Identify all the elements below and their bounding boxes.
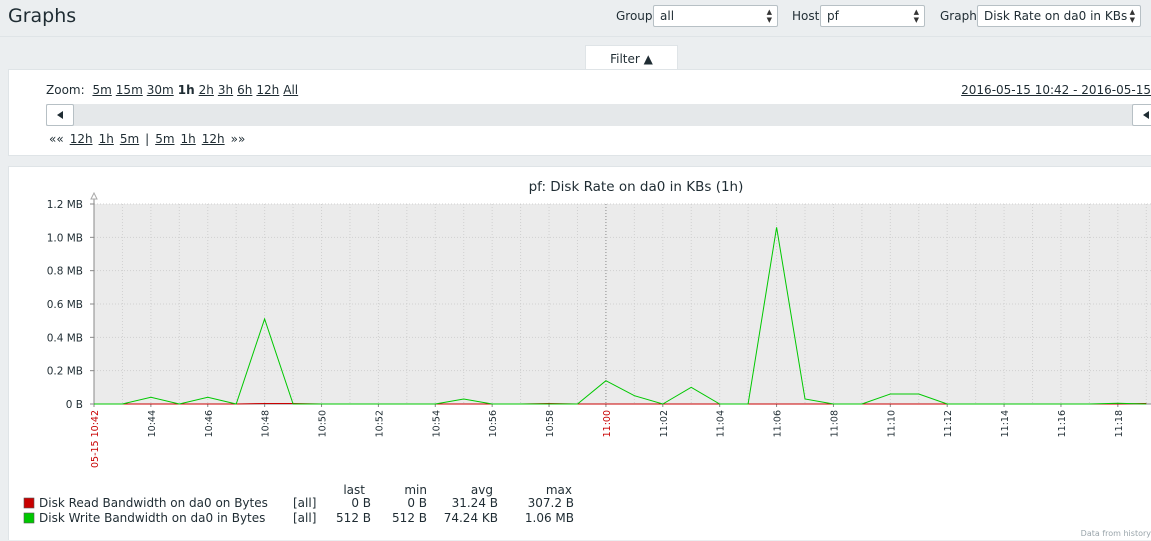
timeline-scrollbar[interactable] <box>46 104 1151 126</box>
zoom-option-3h[interactable]: 3h <box>218 83 233 97</box>
x-tick-label: 10:48 <box>261 410 272 437</box>
legend-value-max: 1.06 MB <box>525 511 574 525</box>
x-tick-label: 11:18 <box>1114 410 1125 437</box>
legend-header-min: min <box>404 483 427 497</box>
nav-separator: | <box>145 132 150 146</box>
zoom-option-1h[interactable]: 1h <box>178 83 195 97</box>
filter-tab[interactable]: Filter ▲ <box>585 45 678 70</box>
x-tick-label: 11:06 <box>773 410 784 437</box>
host-label: Host <box>792 9 820 23</box>
nav-back-1h[interactable]: 1h <box>99 132 114 146</box>
y-tick-label: 1.2 MB <box>47 199 83 211</box>
zoom-option-5m[interactable]: 5m <box>92 83 111 97</box>
graph-panel: 1.2 MB 1.0 MB 0.8 MB 0.6 MB 0.4 MB 0.2 MB 0 B p… <box>8 166 1151 540</box>
x-tick-label: 10:54 <box>431 410 442 437</box>
filter-panel: Zoom: 5m 15m 30m 1h 2h 3h 6h 12h All 2016-05-15 … <box>8 69 1151 156</box>
legend-series-func: [all] <box>293 496 316 510</box>
nav-back-5m[interactable]: 5m <box>120 132 139 146</box>
graph-chart: 1.2 MB 1.0 MB 0.8 MB 0.6 MB 0.4 MB 0.2 MB 0 B p… <box>23 179 1151 525</box>
x-tick-label: 10:52 <box>374 410 385 437</box>
legend-swatch <box>23 512 35 524</box>
nav-forward-1h[interactable]: 1h <box>181 132 196 146</box>
graph-label: Graph <box>940 9 977 23</box>
legend-value-max: 307.2 B <box>528 496 574 510</box>
x-tick-label: 11:14 <box>1000 410 1011 437</box>
nav-forward-12h[interactable]: 12h <box>202 132 225 146</box>
legend-value-min: 512 B <box>392 511 427 525</box>
x-tick-label: 10:44 <box>147 410 158 437</box>
page-title: Graphs <box>8 5 77 27</box>
host-select[interactable]: pf ▲ ▼ <box>820 5 925 27</box>
y-tick-label: 0.8 MB <box>47 266 83 278</box>
zoom-option-30m[interactable]: 30m <box>147 83 174 97</box>
arrow-left-icon <box>57 111 63 119</box>
group-select[interactable]: all ▲ ▼ <box>653 5 778 27</box>
x-tick-label: 11:10 <box>886 410 897 437</box>
zoom-row: Zoom: 5m 15m 30m 1h 2h 3h 6h 12h All <box>46 83 298 97</box>
select-arrows-icon: ▲ ▼ <box>1129 8 1135 24</box>
scroll-left-button[interactable] <box>46 104 74 126</box>
legend-header-max: max <box>546 483 572 497</box>
y-tick-label: 1.0 MB <box>47 232 83 244</box>
x-tick-label: 11:12 <box>943 410 954 437</box>
y-tick-label: 0 B <box>66 399 83 411</box>
y-tick-label: 0.2 MB <box>47 366 83 378</box>
graph-select[interactable]: Disk Rate on da0 in KBs ▲ ▼ <box>977 5 1141 27</box>
legend-swatch <box>23 497 35 509</box>
zoom-option-2h[interactable]: 2h <box>199 83 214 97</box>
scroll-right-handle[interactable] <box>1132 104 1151 126</box>
legend-header-avg: avg <box>471 483 493 497</box>
select-arrows-icon: ▲ ▼ <box>766 8 772 24</box>
zoom-option-15m[interactable]: 15m <box>116 83 143 97</box>
legend-series-name: Disk Write Bandwidth on da0 in Bytes <box>39 511 265 525</box>
x-tick-label: 11:16 <box>1057 410 1068 437</box>
select-arrows-icon: ▲ ▼ <box>913 8 919 24</box>
nav-forward-symbol: »» <box>230 132 246 146</box>
legend-value-avg: 31.24 B <box>452 496 498 510</box>
x-tick-label: 05-15 10:42 <box>90 410 101 468</box>
zoom-option-6h[interactable]: 6h <box>237 83 252 97</box>
legend-value-last: 512 B <box>336 511 371 525</box>
y-axis-arrow-icon <box>90 191 98 200</box>
x-tick-label: 11:04 <box>716 410 727 437</box>
x-tick-label: 10:46 <box>204 410 215 437</box>
nav-back-symbol: «« <box>49 132 64 146</box>
zoom-option-12h[interactable]: 12h <box>256 83 279 97</box>
arrow-left-icon <box>1143 111 1149 119</box>
legend-value-min: 0 B <box>407 496 427 510</box>
data-source-note: Data from history <box>1080 529 1151 538</box>
graph-select-value: Disk Rate on da0 in KBs <box>984 9 1128 23</box>
x-tick-label: 11:00 <box>602 410 613 437</box>
legend-value-last: 0 B <box>351 496 371 510</box>
nav-back-12h[interactable]: 12h <box>70 132 93 146</box>
date-range[interactable]: 2016-05-15 10:42 - 2016-05-15 <box>961 83 1151 97</box>
nav-forward-5m[interactable]: 5m <box>155 132 174 146</box>
period-navigation: «« 12h 1h 5m | 5m 1h 12h »» <box>46 132 248 146</box>
group-select-value: all <box>660 9 675 23</box>
x-tick-label: 11:02 <box>659 410 670 437</box>
group-label: Group <box>616 9 653 23</box>
page-header: Graphs Group all ▲ ▼ Host pf ▲ ▼ Graph Dis… <box>0 0 1151 37</box>
legend-value-avg: 74.24 KB <box>444 511 498 525</box>
zoom-label: Zoom: <box>46 83 85 97</box>
x-tick-label: 10:50 <box>318 410 329 437</box>
chart-title: pf: Disk Rate on da0 in KBs (1h) <box>529 179 744 195</box>
zoom-option-All[interactable]: All <box>283 83 298 97</box>
x-tick-label: 10:58 <box>545 410 556 437</box>
legend-series-func: [all] <box>293 511 316 525</box>
x-tick-label: 10:56 <box>488 410 499 437</box>
legend-series-name: Disk Read Bandwidth on da0 on Bytes <box>39 496 268 510</box>
x-tick-label: 11:08 <box>829 410 840 437</box>
y-tick-label: 0.4 MB <box>47 332 83 344</box>
legend-header-last: last <box>343 483 365 497</box>
host-select-value: pf <box>827 9 839 23</box>
y-tick-label: 0.6 MB <box>47 299 83 311</box>
